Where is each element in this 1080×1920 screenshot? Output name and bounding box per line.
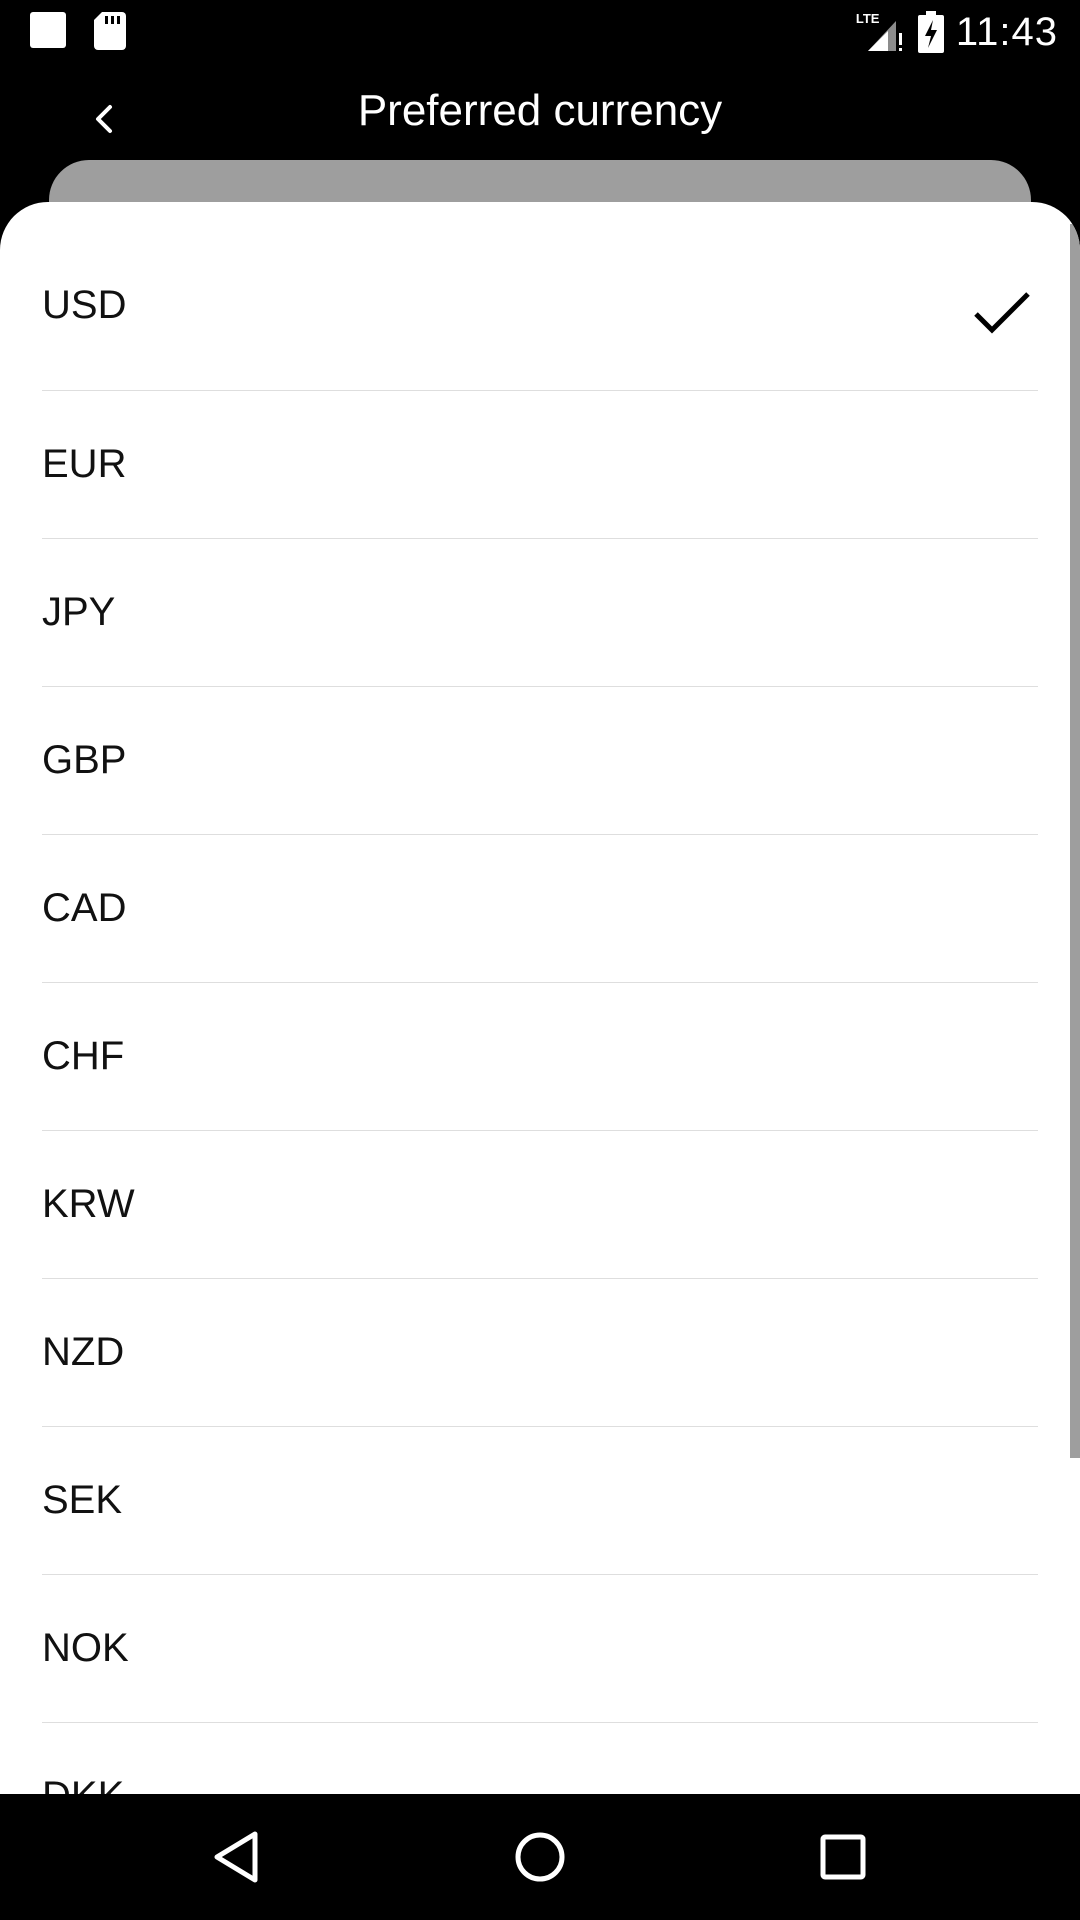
recents-square-icon (820, 1834, 866, 1880)
currency-item-cad[interactable]: CAD (42, 835, 1038, 983)
currency-code: DKK (42, 1774, 124, 1794)
signal-icon: LTE (856, 11, 906, 53)
system-nav-bar (0, 1794, 1080, 1920)
currency-item-gbp[interactable]: GBP (42, 687, 1038, 835)
currency-sheet: USD EUR JPY GBP CAD CHF KRW NZD SEK NOK (0, 202, 1080, 1794)
status-icons: LTE 11:43 (856, 6, 1058, 58)
sd-card-icon (94, 12, 126, 50)
app-header: Preferred currency (0, 64, 1080, 164)
checkmark-icon (974, 292, 1030, 334)
currency-list: USD EUR JPY GBP CAD CHF KRW NZD SEK NOK (0, 202, 1080, 1794)
scrollbar[interactable] (1070, 224, 1080, 1458)
currency-code: KRW (42, 1182, 135, 1226)
currency-item-jpy[interactable]: JPY (42, 539, 1038, 687)
currency-item-chf[interactable]: CHF (42, 983, 1038, 1131)
nav-home-button[interactable] (505, 1822, 575, 1892)
currency-code: USD (42, 282, 127, 327)
currency-code: CAD (42, 886, 127, 930)
nav-recents-button[interactable] (808, 1822, 878, 1892)
currency-code: CHF (42, 1034, 125, 1078)
currency-code: SEK (42, 1478, 123, 1522)
currency-item-krw[interactable]: KRW (42, 1131, 1038, 1279)
page-title: Preferred currency (357, 86, 723, 135)
currency-code: JPY (42, 590, 116, 634)
currency-code: NOK (42, 1626, 129, 1670)
currency-code: GBP (42, 738, 127, 782)
battery-charging-icon (917, 11, 944, 53)
back-triangle-icon (214, 1831, 258, 1883)
currency-item-sek[interactable]: SEK (42, 1427, 1038, 1575)
nav-back-button[interactable] (201, 1822, 271, 1892)
currency-item-nzd[interactable]: NZD (42, 1279, 1038, 1427)
currency-item-eur[interactable]: EUR (42, 391, 1038, 539)
home-circle-icon (515, 1832, 565, 1882)
currency-item-dkk[interactable]: DKK (42, 1723, 1038, 1794)
currency-code: EUR (42, 442, 127, 486)
currency-item-nok[interactable]: NOK (42, 1575, 1038, 1723)
notification-square-icon (30, 12, 66, 48)
currency-code: NZD (42, 1330, 125, 1374)
status-bar: LTE 11:43 (0, 0, 1080, 64)
status-time: 11:43 (955, 9, 1058, 54)
currency-item-usd[interactable]: USD (42, 202, 1038, 391)
